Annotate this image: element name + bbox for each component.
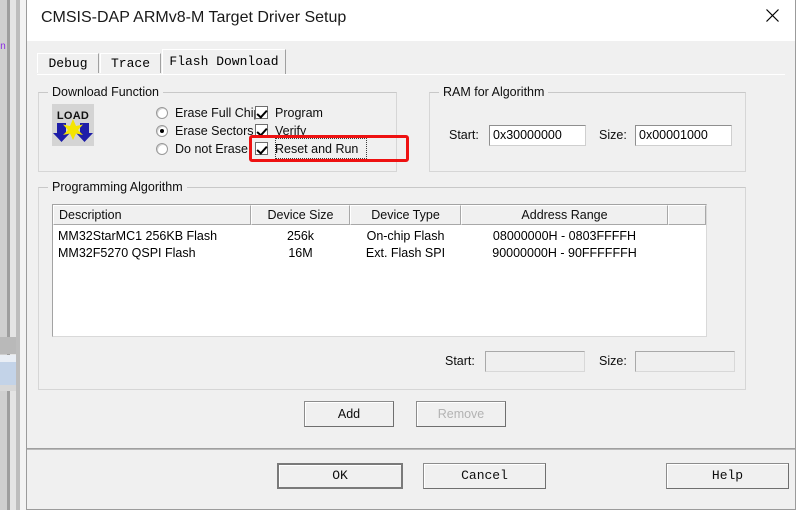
algorithm-start-input[interactable] <box>485 351 585 372</box>
load-icon-glyph: LOAD <box>52 104 94 146</box>
checkbox-verify[interactable]: Verify <box>255 122 306 139</box>
table-cell-device-size: 256k <box>286 229 315 243</box>
table-cell-address-range: 08000000H - 0803FFFFH <box>492 229 637 243</box>
tab-debug-label: Debug <box>48 56 88 71</box>
algorithm-size-input[interactable] <box>635 351 735 372</box>
close-icon[interactable] <box>749 0 795 30</box>
download-function-group-label: Download Function <box>48 85 164 99</box>
ram-for-algorithm-group-label: RAM for Algorithm <box>439 85 549 99</box>
background-selection-band-1 <box>0 337 16 354</box>
table-row[interactable]: MM32F5270 QSPI Flash 16M Ext. Flash SPI … <box>53 245 706 262</box>
tab-flash-download-label: Flash Download <box>169 54 279 69</box>
algorithm-size-label: Size: <box>599 354 627 368</box>
background-window-strip: n <box>0 0 26 510</box>
ram-size-input[interactable]: 0x00001000 <box>635 125 732 146</box>
table-header-description[interactable]: Description <box>53 205 251 225</box>
radio-erase-sectors-indicator <box>156 124 168 137</box>
table-header-spacer[interactable] <box>668 205 706 225</box>
table-row[interactable]: MM32StarMC1 256KB Flash 256k On-chip Fla… <box>53 228 706 245</box>
load-icon: LOAD <box>52 104 94 146</box>
checkbox-program[interactable]: Program <box>255 104 323 121</box>
table-cell-device-size: 16M <box>288 246 313 260</box>
background-selection-band-4 <box>0 385 16 391</box>
table-header-device-size[interactable]: Device Size <box>251 205 350 225</box>
table-cell-description: MM32StarMC1 256KB Flash <box>58 229 218 243</box>
ram-start-label: Start: <box>449 128 479 142</box>
table-cell-address-range: 90000000H - 90FFFFFFH <box>492 246 637 260</box>
background-selection-band-2 <box>0 355 16 362</box>
table-cell-description: MM32F5270 QSPI Flash <box>58 246 196 260</box>
table-header-row: Description Device Size Device Type Addr… <box>53 205 706 225</box>
checkbox-program-label: Program <box>275 105 323 120</box>
tab-trace-label: Trace <box>110 56 150 71</box>
checkbox-verify-label: Verify <box>275 123 307 138</box>
dialog-client-area: Debug Trace Flash Download Download Func… <box>27 41 795 508</box>
add-button[interactable]: Add <box>304 401 394 427</box>
dialog-titlebar: CMSIS-DAP ARMv8-M Target Driver Setup <box>27 0 795 41</box>
cancel-button[interactable]: Cancel <box>423 463 546 489</box>
footer-separator <box>27 448 795 450</box>
remove-button[interactable]: Remove <box>416 401 506 427</box>
tab-debug[interactable]: Debug <box>37 53 99 73</box>
table-header-device-type[interactable]: Device Type <box>350 205 461 225</box>
dialog-title: CMSIS-DAP ARMv8-M Target Driver Setup <box>41 9 347 26</box>
background-selection-band-3 <box>0 362 16 385</box>
radio-erase-sectors-label: Erase Sectors <box>175 123 254 138</box>
table-header-description-label: Description <box>59 208 122 222</box>
checkbox-reset-and-run-label: Reset and Run <box>275 141 359 156</box>
help-button[interactable]: Help <box>666 463 789 489</box>
background-text-glyph: n <box>0 42 7 53</box>
radio-erase-full-chip[interactable]: Erase Full Chip <box>156 104 260 121</box>
ram-size-label: Size: <box>599 128 627 142</box>
programming-algorithm-table[interactable]: Description Device Size Device Type Addr… <box>52 204 707 337</box>
radio-do-not-erase-indicator <box>156 142 168 155</box>
radio-erase-full-chip-label: Erase Full Chip <box>175 105 261 120</box>
radio-erase-sectors[interactable]: Erase Sectors <box>156 122 254 139</box>
table-cell-device-type: On-chip Flash <box>366 229 445 243</box>
table-cell-device-type: Ext. Flash SPI <box>365 246 446 260</box>
checkbox-program-indicator <box>255 106 268 119</box>
radio-erase-full-chip-indicator <box>156 106 168 119</box>
radio-do-not-erase-label: Do not Erase <box>175 141 248 156</box>
background-column-a <box>0 0 7 510</box>
checkbox-reset-and-run[interactable]: Reset and Run <box>255 140 358 157</box>
tab-trace[interactable]: Trace <box>100 53 161 73</box>
programming-algorithm-group-label: Programming Algorithm <box>48 180 187 194</box>
tab-flash-download[interactable]: Flash Download <box>162 49 286 74</box>
table-header-address-range[interactable]: Address Range <box>461 205 668 225</box>
target-driver-setup-dialog: CMSIS-DAP ARMv8-M Target Driver Setup De… <box>26 0 796 510</box>
radio-do-not-erase[interactable]: Do not Erase <box>156 140 248 157</box>
checkbox-verify-indicator <box>255 124 268 137</box>
algorithm-start-label: Start: <box>445 354 475 368</box>
ok-button[interactable]: OK <box>277 463 403 489</box>
close-icon-glyph <box>765 8 779 22</box>
tab-strip: Debug Trace Flash Download <box>37 49 785 75</box>
ram-start-input[interactable]: 0x30000000 <box>489 125 586 146</box>
checkbox-reset-and-run-indicator <box>255 142 268 155</box>
tab-strip-separator <box>37 74 785 75</box>
